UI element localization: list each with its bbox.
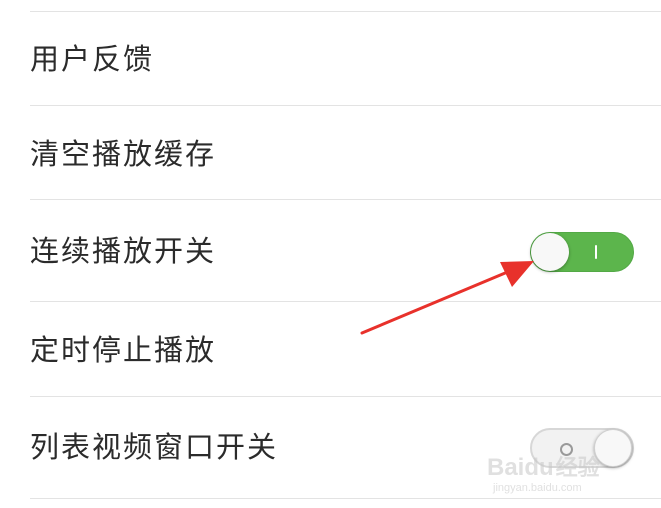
settings-item-label: 定时停止播放 bbox=[30, 333, 217, 367]
settings-item-label: 清空播放缓存 bbox=[30, 137, 217, 171]
watermark-brand: Baidu经验 bbox=[487, 454, 600, 481]
settings-item-label: 连续播放开关 bbox=[30, 234, 217, 268]
settings-list: 用户反馈 清空播放缓存 连续播放开关 定时停止播放 列表视频窗口开关 bbox=[0, 0, 661, 508]
toggle-on-mark-icon bbox=[595, 245, 597, 259]
continuous-play-toggle[interactable] bbox=[530, 232, 634, 272]
settings-item-label: 用户反馈 bbox=[30, 42, 155, 76]
settings-item-sleep-timer[interactable]: 定时停止播放 bbox=[0, 302, 661, 396]
divider bbox=[30, 498, 661, 499]
settings-item-label: 列表视频窗口开关 bbox=[30, 430, 279, 464]
settings-item-clear-cache[interactable]: 清空播放缓存 bbox=[0, 106, 661, 199]
toggle-knob bbox=[531, 233, 569, 271]
settings-item-user-feedback[interactable]: 用户反馈 bbox=[0, 12, 661, 105]
baidu-jingyan-watermark: Baidu经验 jingyan.baidu.com bbox=[487, 448, 637, 498]
watermark-url: jingyan.baidu.com bbox=[493, 482, 582, 494]
